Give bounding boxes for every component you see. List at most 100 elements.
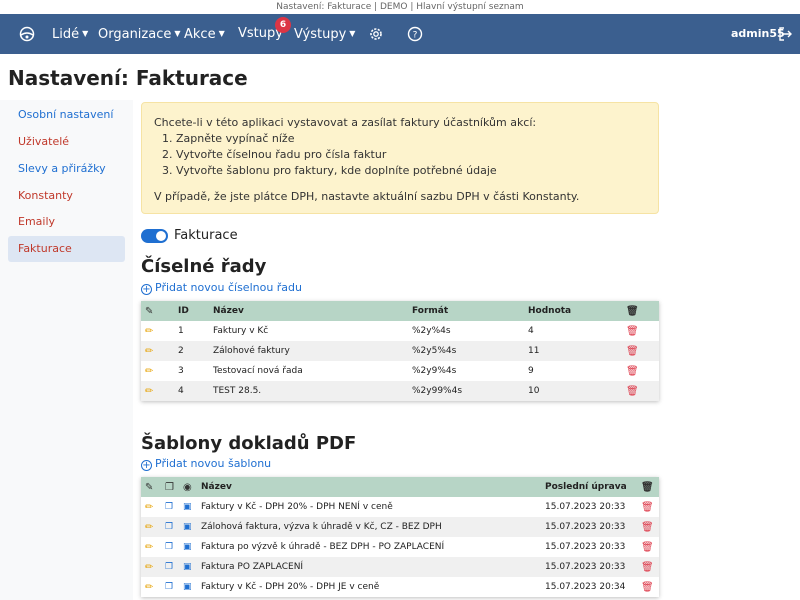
logout-icon[interactable] bbox=[777, 26, 793, 42]
table-row: ✏ ❐ ▣ Faktura po výzvě k úhradě - BEZ DP… bbox=[141, 537, 659, 557]
pencil-icon[interactable]: ✏ bbox=[145, 346, 153, 357]
trash-icon[interactable]: 🗑 bbox=[626, 346, 639, 357]
app-logo-icon[interactable] bbox=[19, 26, 35, 42]
pencil-icon[interactable]: ✏ bbox=[145, 366, 153, 377]
top-navbar: Lidé ▼ Organizace ▼ Akce ▼ Vstupy 6 Výstupy… bbox=[0, 14, 800, 54]
nav-events[interactable]: Akce ▼ bbox=[184, 14, 225, 54]
cell-name: Faktury v Kč - DPH 20% - DPH JE v ceně bbox=[197, 577, 541, 597]
alert-intro: Chcete-li v této aplikaci vystavovat a z… bbox=[154, 116, 537, 129]
nav-organizations[interactable]: Organizace ▼ bbox=[98, 14, 181, 54]
nav-events-label: Akce bbox=[184, 27, 216, 42]
table-row: ✏ ❐ ▣ Faktury v Kč - DPH 20% - DPH JE v … bbox=[141, 577, 659, 597]
trash-icon[interactable]: 🗑 bbox=[626, 366, 639, 377]
pencil-icon[interactable]: ✏ bbox=[145, 542, 153, 553]
trash-icon[interactable]: 🗑 bbox=[641, 542, 654, 553]
nav-outputs-label: Výstupy bbox=[294, 27, 347, 42]
trash-icon[interactable]: 🗑 bbox=[641, 582, 654, 593]
cell-name: Faktury v Kč bbox=[209, 321, 408, 341]
gear-icon[interactable] bbox=[368, 26, 384, 42]
cell-name: TEST 28.5. bbox=[209, 381, 408, 401]
alert-step: Vytvořte číselnou řadu pro čísla faktur bbox=[176, 147, 658, 163]
page-title: Nastavení: Fakturace bbox=[8, 66, 248, 90]
chevron-down-icon: ▼ bbox=[174, 29, 181, 38]
sidebar-item-discounts[interactable]: Slevy a přirážky bbox=[8, 156, 125, 182]
series-table: ✎ ID Název Formát Hodnota 🗑 ✏ 1 Faktury … bbox=[141, 301, 659, 401]
column-name: Název bbox=[197, 477, 541, 497]
table-row: ✏ 4 TEST 28.5. %2y99%4s 10 🗑 bbox=[141, 381, 659, 401]
edit-column-icon: ✎ bbox=[145, 305, 154, 317]
column-id: ID bbox=[174, 301, 209, 321]
nav-people-label: Lidé bbox=[52, 27, 80, 42]
pencil-icon[interactable]: ✏ bbox=[145, 386, 153, 397]
alert-steps: Zapněte vypínač níže Vytvořte číselnou ř… bbox=[154, 131, 658, 179]
trash-icon[interactable]: 🗑 bbox=[641, 502, 654, 513]
pencil-icon[interactable]: ✏ bbox=[145, 326, 153, 337]
cell-value: 9 bbox=[524, 361, 622, 381]
copy-icon[interactable]: ❐ bbox=[165, 582, 173, 592]
pdf-preview-icon[interactable]: ▣ bbox=[183, 542, 192, 552]
pdf-preview-icon[interactable]: ▣ bbox=[183, 562, 192, 572]
chevron-down-icon: ▼ bbox=[82, 29, 89, 38]
trash-icon[interactable]: 🗑 bbox=[641, 562, 654, 573]
cell-id: 4 bbox=[174, 381, 209, 401]
help-icon[interactable]: ? bbox=[407, 26, 423, 42]
nav-organizations-label: Organizace bbox=[98, 27, 172, 42]
trash-icon[interactable]: 🗑 bbox=[626, 386, 639, 397]
cell-modified: 15.07.2023 20:33 bbox=[541, 537, 637, 557]
sidebar-item-personal[interactable]: Osobní nastavení bbox=[8, 102, 125, 128]
chevron-down-icon: ▼ bbox=[218, 29, 225, 38]
sidebar-item-constants[interactable]: Konstanty bbox=[8, 183, 125, 209]
cell-modified: 15.07.2023 20:34 bbox=[541, 577, 637, 597]
cell-value: 4 bbox=[524, 321, 622, 341]
cell-id: 1 bbox=[174, 321, 209, 341]
cell-name: Testovací nová řada bbox=[209, 361, 408, 381]
table-row: ✏ 2 Zálohové faktury %2y5%4s 11 🗑 bbox=[141, 341, 659, 361]
pencil-icon[interactable]: ✏ bbox=[145, 582, 153, 593]
sidebar-item-emails[interactable]: Emaily bbox=[8, 209, 125, 235]
trash-icon: 🗑 bbox=[641, 481, 654, 493]
settings-sidebar: Osobní nastavení Uživatelé Slevy a přirá… bbox=[0, 100, 133, 600]
nav-outputs[interactable]: Výstupy ▼ bbox=[294, 14, 355, 54]
column-format: Formát bbox=[408, 301, 524, 321]
pdf-preview-icon[interactable]: ▣ bbox=[183, 582, 192, 592]
series-title: Číselné řady bbox=[141, 256, 267, 277]
eye-column-icon: ◉ bbox=[183, 481, 192, 493]
alert-step: Zapněte vypínač níže bbox=[176, 131, 658, 147]
pdf-preview-icon[interactable]: ▣ bbox=[183, 502, 192, 512]
sidebar-item-users[interactable]: Uživatelé bbox=[8, 129, 125, 155]
cell-name: Zálohové faktury bbox=[209, 341, 408, 361]
cell-name: Faktura po výzvě k úhradě - BEZ DPH - PO… bbox=[197, 537, 541, 557]
copy-icon[interactable]: ❐ bbox=[165, 502, 173, 512]
alert-step: Vytvořte šablonu pro faktury, kde doplní… bbox=[176, 163, 658, 179]
copy-icon[interactable]: ❐ bbox=[165, 542, 173, 552]
pencil-icon[interactable]: ✏ bbox=[145, 562, 153, 573]
svg-text:?: ? bbox=[413, 31, 418, 41]
add-template-label: Přidat novou šablonu bbox=[155, 457, 272, 470]
cell-format: %2y9%4s bbox=[408, 361, 524, 381]
table-row: ✏ 3 Testovací nová řada %2y9%4s 9 🗑 bbox=[141, 361, 659, 381]
add-template-link[interactable]: + Přidat novou šablonu bbox=[141, 457, 271, 471]
table-header: ✎ ❐ ◉ Název Poslední úprava 🗑 bbox=[141, 477, 659, 497]
pdf-preview-icon[interactable]: ▣ bbox=[183, 522, 192, 532]
invoicing-toggle-label: Fakturace bbox=[174, 228, 238, 243]
copy-icon[interactable]: ❐ bbox=[165, 562, 173, 572]
window-title: Nastavení: Fakturace | DEMO | Hlavní výs… bbox=[0, 0, 800, 14]
trash-icon[interactable]: 🗑 bbox=[626, 326, 639, 337]
cell-value: 11 bbox=[524, 341, 622, 361]
nav-people[interactable]: Lidé ▼ bbox=[52, 14, 88, 54]
sidebar-item-invoicing[interactable]: Fakturace bbox=[8, 236, 125, 262]
trash-icon[interactable]: 🗑 bbox=[641, 522, 654, 533]
cell-name: Faktura PO ZAPLACENÍ bbox=[197, 557, 541, 577]
column-value: Hodnota bbox=[524, 301, 622, 321]
trash-icon: 🗑 bbox=[626, 305, 639, 317]
add-series-link[interactable]: + Přidat novou číselnou řadu bbox=[141, 281, 302, 295]
cell-id: 2 bbox=[174, 341, 209, 361]
pencil-icon[interactable]: ✏ bbox=[145, 502, 153, 513]
pencil-icon[interactable]: ✏ bbox=[145, 522, 153, 533]
templates-title: Šablony dokladů PDF bbox=[141, 433, 357, 454]
copy-column-icon: ❐ bbox=[165, 481, 174, 493]
templates-table: ✎ ❐ ◉ Název Poslední úprava 🗑 ✏ ❐ ▣ Fakt… bbox=[141, 477, 659, 597]
inputs-count-badge: 6 bbox=[275, 17, 291, 33]
invoicing-toggle[interactable] bbox=[141, 229, 168, 243]
copy-icon[interactable]: ❐ bbox=[165, 522, 173, 532]
